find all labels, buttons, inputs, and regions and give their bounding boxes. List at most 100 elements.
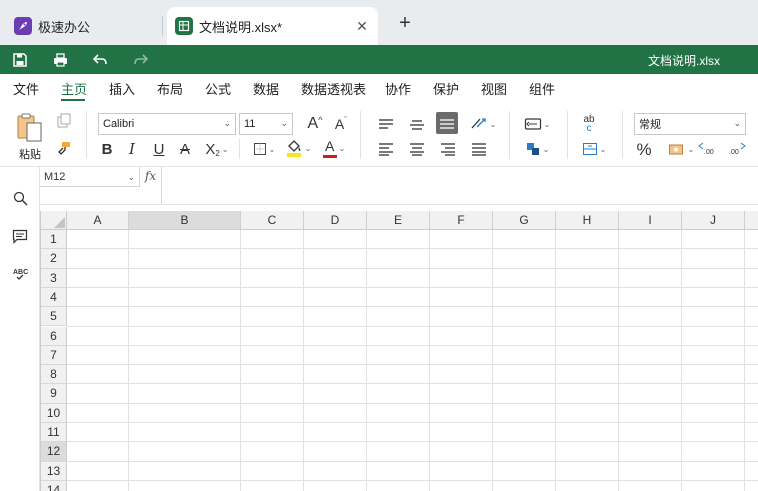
search-icon[interactable] [11,189,29,207]
shrink-font-button[interactable]: Aˇ [330,113,352,135]
redo-icon[interactable] [131,51,149,69]
number-format-select[interactable]: 常规 ⌄ [634,113,746,135]
column-header-d[interactable]: D [304,211,367,230]
column-header-c[interactable]: C [241,211,304,230]
menu-bar: 文件 主页 插入 布局 公式 数据 数据透视表 协作 保护 视图 组件 [0,74,758,103]
menu-formula[interactable]: 公式 [205,79,231,98]
function-icon[interactable]: fx [140,167,162,187]
column-header-f[interactable]: F [430,211,493,230]
row-gridline [67,344,758,346]
row-header-4[interactable]: 4 [41,287,67,308]
subscript-button[interactable]: X 2 ⌄ [203,139,231,159]
tab-document[interactable]: 文档说明.xlsx* ✕ [167,7,378,45]
text-orientation-icon[interactable]: ⌄ [468,114,498,134]
fill-color-button[interactable]: ⌄ [283,137,313,159]
ribbon-separator [622,111,623,159]
tab-home[interactable]: 极速办公 [0,7,162,45]
row-header-9[interactable]: 9 [41,384,67,404]
undo-icon[interactable] [91,51,109,69]
wrap-text-icon[interactable]: ab c [578,113,600,135]
row-header-6[interactable]: 6 [41,326,67,346]
row-header-3[interactable]: 3 [41,268,67,288]
menu-protect[interactable]: 保护 [433,79,459,98]
merge-cells-icon[interactable]: ⌄ [521,114,553,134]
row-header-5[interactable]: 5 [41,307,67,327]
strikethrough-button[interactable]: A [176,139,194,159]
align-middle-icon[interactable] [407,114,427,134]
close-icon[interactable]: ✕ [354,18,370,35]
increase-decimal-icon[interactable]: .00 [698,139,716,159]
row-header-1[interactable]: 1 [41,230,67,250]
row-header-2[interactable]: 2 [41,249,67,269]
menu-layout[interactable]: 布局 [157,79,183,98]
quick-access-bar: 文档说明.xlsx [0,45,758,74]
chevron-down-icon: ⌄ [489,119,497,129]
percent-button[interactable]: % [634,139,654,161]
print-icon[interactable] [51,51,69,69]
underline-button[interactable]: U [150,139,168,159]
row-header-14[interactable]: 14 [41,480,67,491]
column-header-a[interactable]: A [67,211,129,230]
row-header-7[interactable]: 7 [41,345,67,366]
column-header-b[interactable]: B [129,211,241,230]
menu-collaborate[interactable]: 协作 [385,79,411,98]
justify-icon[interactable] [469,139,489,159]
align-bottom-icon[interactable] [436,112,458,134]
row-header-10[interactable]: 10 [41,403,67,423]
column-gridline [429,230,430,491]
grow-font-button[interactable]: A ^ [304,113,326,135]
menu-home[interactable]: 主页 [61,79,87,98]
number-format-value: 常规 [639,119,661,131]
currency-format-icon[interactable]: ⌄ [666,139,696,159]
comment-icon[interactable] [11,227,29,245]
borders-button[interactable]: ⌄ [250,139,278,159]
column-gridline [366,230,367,491]
font-name-select[interactable]: Calibri ⌄ [98,113,236,135]
column-gridline [618,230,619,491]
insert-cells-icon[interactable]: ⌄ [578,139,610,159]
left-sidebar: ABC [0,167,40,491]
tab-divider [162,16,163,36]
format-painter-icon[interactable] [55,140,73,158]
menu-insert[interactable]: 插入 [109,79,135,98]
font-color-button[interactable]: A ⌄ [319,137,349,159]
select-all-corner[interactable] [41,211,67,230]
paste-icon[interactable] [14,111,46,143]
align-left-icon[interactable] [376,139,396,159]
italic-button[interactable]: I [123,139,141,159]
font-size-select[interactable]: 11 ⌄ [239,113,293,135]
column-header-i[interactable]: I [619,211,682,230]
bold-button[interactable]: B [98,139,116,159]
menu-file[interactable]: 文件 [13,79,39,98]
row-header-8[interactable]: 8 [41,365,67,385]
menu-view[interactable]: 视图 [481,79,507,98]
row-header-12[interactable]: 12 [41,442,67,462]
align-center-icon[interactable] [407,139,427,159]
row-gridline [67,422,758,423]
row-header-11[interactable]: 11 [41,423,67,443]
row-gridline [67,364,758,366]
align-right-icon[interactable] [438,139,458,159]
column-header-h[interactable]: H [556,211,619,230]
row-gridline [67,267,758,269]
align-top-icon[interactable] [376,114,396,134]
menu-components[interactable]: 组件 [529,79,555,98]
menu-pivot-table[interactable]: 数据透视表 [301,79,366,98]
caret-up-icon: ^ [318,115,323,125]
spellcheck-icon[interactable]: ABC [11,265,29,283]
spreadsheet-grid[interactable]: A B C D E F G H I J 1 2 3 4 5 6 7 8 9 10 11 12 13 14 [40,211,758,491]
column-header-j[interactable]: J [682,211,745,230]
column-header-g[interactable]: G [493,211,556,230]
row-gridline [67,286,758,288]
column-header-e[interactable]: E [367,211,430,230]
name-box[interactable]: M12 ⌄ [40,167,140,187]
chevron-down-icon: ⌄ [280,118,288,128]
row-header-13[interactable]: 13 [41,461,67,481]
decrease-decimal-icon[interactable]: .00 [728,139,746,159]
grow-font-letter: A [307,115,319,132]
cell-style-icon[interactable]: ⌄ [521,139,553,159]
copy-icon[interactable] [55,112,73,130]
new-tab-button[interactable]: + [396,13,414,33]
menu-data[interactable]: 数据 [253,79,279,98]
save-icon[interactable] [11,51,29,69]
